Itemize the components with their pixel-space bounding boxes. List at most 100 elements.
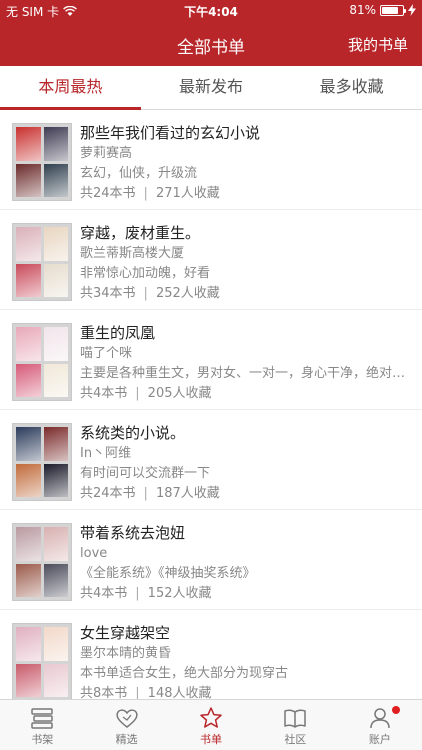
status-bar: 无 SIM 卡 下午4:04 81% [0,0,422,22]
book-count: 共8本书 [80,686,128,699]
bottom-tab-bar: 书架 精选 书单 社区 账户 [0,699,422,750]
tabbar-item-featured[interactable]: 精选 [84,700,168,750]
tabbar-item-account[interactable]: 账户 [338,700,422,750]
book-cover-thumbnail [16,427,41,461]
open-book-icon [284,709,307,728]
favorite-count: 148人收藏 [147,686,212,699]
nav-bar: 全部书单 我的书单 [0,22,422,66]
book-count: 共34本书 [80,286,136,301]
booklist-cover-collage [12,223,72,301]
book-cover-thumbnail [16,563,41,597]
book-cover-thumbnail [43,463,68,497]
charging-icon [408,4,416,16]
book-cover-thumbnail [43,563,68,597]
book-count: 共4本书 [80,386,128,401]
tabbar-item-community[interactable]: 社区 [253,700,337,750]
favorite-count: 205人收藏 [147,386,212,401]
booklist-item[interactable]: 系统类的小说。 In丶阿维有时间可以交流群一下 共24本书 | 187人收藏 [0,410,422,510]
booklist-author: 喵了个咪 [80,346,133,361]
booklist-info: 重生的凤凰 喵了个咪 主要是各种重生文，男对女、一对一，身心干净，绝对宠文... 共4… [80,322,412,404]
heart-icon [116,709,138,728]
booklist-cover-collage [12,423,72,501]
favorite-count: 152人收藏 [147,586,212,601]
booklist-author: 歌兰蒂斯高楼大厦 [80,246,185,261]
booklist-cover-collage [12,323,72,401]
battery-percent: 81% [349,3,376,17]
book-cover-thumbnail [43,163,68,197]
battery-level [382,7,399,14]
booklist-stats: 共24本书 | 187人收藏 [80,484,412,504]
booklist-item[interactable]: 女生穿越架空 墨尔本晴的黄昏本书单适合女生，绝大部分为现穿古 共8本书 | 148人收藏 [0,610,422,699]
booklist-author: 萝莉赛高 [80,146,133,161]
person-icon [370,708,390,729]
book-count: 共24本书 [80,186,136,201]
booklist-item[interactable]: 带着系统去泡妞 love 《全能系统》《神级抽奖系统》 共4本书 | 152人收藏 [0,510,422,610]
booklist-info: 女生穿越架空 墨尔本晴的黄昏本书单适合女生，绝大部分为现穿古 共8本书 | 148人收藏 [80,622,412,699]
booklist-item[interactable]: 重生的凤凰 喵了个咪 主要是各种重生文，男对女、一对一，身心干净，绝对宠文... 共4… [0,310,422,410]
my-booklists-button[interactable]: 我的书单 [348,34,408,55]
tab-most-favorited[interactable]: 最多收藏 [281,66,422,109]
book-cover-thumbnail [16,263,41,297]
status-right: 81% [349,3,416,17]
booklist-item[interactable]: 那些年我们看过的玄幻小说 萝莉赛高 玄幻，仙侠，升级流 共24本书 | 271人收藏 [0,110,422,210]
book-cover-thumbnail [43,327,68,361]
book-cover-thumbnail [43,363,68,397]
book-cover-thumbnail [16,463,41,497]
tabbar-item-booklists[interactable]: 书单 [169,700,253,750]
booklist-author: 墨尔本晴的黄昏 [80,646,172,661]
booklist-author: In丶阿维 [80,446,132,461]
stats-divider: | [135,686,140,699]
tab-newest[interactable]: 最新发布 [141,66,282,109]
book-cover-thumbnail [43,663,68,697]
booklist-description: 非常惊心加动魄，好看 [80,266,211,281]
booklist-description: 《全能系统》《神级抽奖系统》 [80,566,256,581]
booklist-description: 本书单适合女生，绝大部分为现穿古 [80,666,289,681]
book-cover-thumbnail [16,527,41,561]
stats-divider: | [135,586,140,601]
book-cover-thumbnail [43,263,68,297]
booklist-item[interactable]: 穿越，废材重生。 歌兰蒂斯高楼大厦非常惊心加动魄，好看共34本书 | 252人收藏 [0,210,422,310]
booklist-stats: 共34本书 | 252人收藏 [80,284,412,304]
book-cover-thumbnail [43,627,68,661]
stats-divider: | [143,486,148,501]
booklist-title: 穿越，废材重生。 [80,224,201,242]
tabbar-label: 书架 [31,733,54,746]
favorite-count: 252人收藏 [155,286,220,301]
booklist-cover-collage [12,523,72,601]
book-cover-thumbnail [16,227,41,261]
booklist-title: 带着系统去泡妞 [80,524,186,542]
book-cover-thumbnail [43,427,68,461]
notification-badge [391,706,400,714]
booklist-list[interactable]: 那些年我们看过的玄幻小说 萝莉赛高 玄幻，仙侠，升级流 共24本书 | 271人收藏 穿越，… [0,110,422,699]
book-cover-thumbnail [16,163,41,197]
booklist-title: 女生穿越架空 [80,624,171,642]
tab-label: 最新发布 [179,77,244,96]
booklist-title: 系统类的小说。 [80,424,186,442]
book-count: 共24本书 [80,486,136,501]
booklist-stats: 共4本书 | 205人收藏 [80,384,412,404]
booklist-stats: 共24本书 | 271人收藏 [80,184,412,204]
tabbar-label: 社区 [284,733,307,746]
booklist-description: 主要是各种重生文，男对女、一对一，身心干净，绝对宠文... [80,366,412,381]
book-count: 共4本书 [80,586,128,601]
booklist-stats: 共8本书 | 148人收藏 [80,684,412,699]
booklist-description: 有时间可以交流群一下 [80,466,211,481]
tab-label: 最多收藏 [319,77,384,96]
star-icon [200,707,222,728]
booklist-cover-collage [12,123,72,201]
tab-weekly-hot[interactable]: 本周最热 [0,66,141,110]
tabbar-label: 账户 [368,733,391,746]
tabbar-item-bookshelf[interactable]: 书架 [0,700,84,750]
book-cover-thumbnail [16,627,41,661]
tabbar-label: 书单 [200,733,223,746]
book-cover-thumbnail [43,127,68,161]
book-cover-thumbnail [43,227,68,261]
bookshelf-icon [31,708,53,729]
booklist-info: 那些年我们看过的玄幻小说 萝莉赛高 玄幻，仙侠，升级流 共24本书 | 271人收藏 [80,122,412,204]
book-cover-thumbnail [16,327,41,361]
sort-tabs: 本周最热 最新发布 最多收藏 [0,66,422,110]
favorite-count: 187人收藏 [155,486,220,501]
battery-icon [380,5,406,16]
book-cover-thumbnail [16,663,41,697]
tab-label: 本周最热 [38,77,103,96]
